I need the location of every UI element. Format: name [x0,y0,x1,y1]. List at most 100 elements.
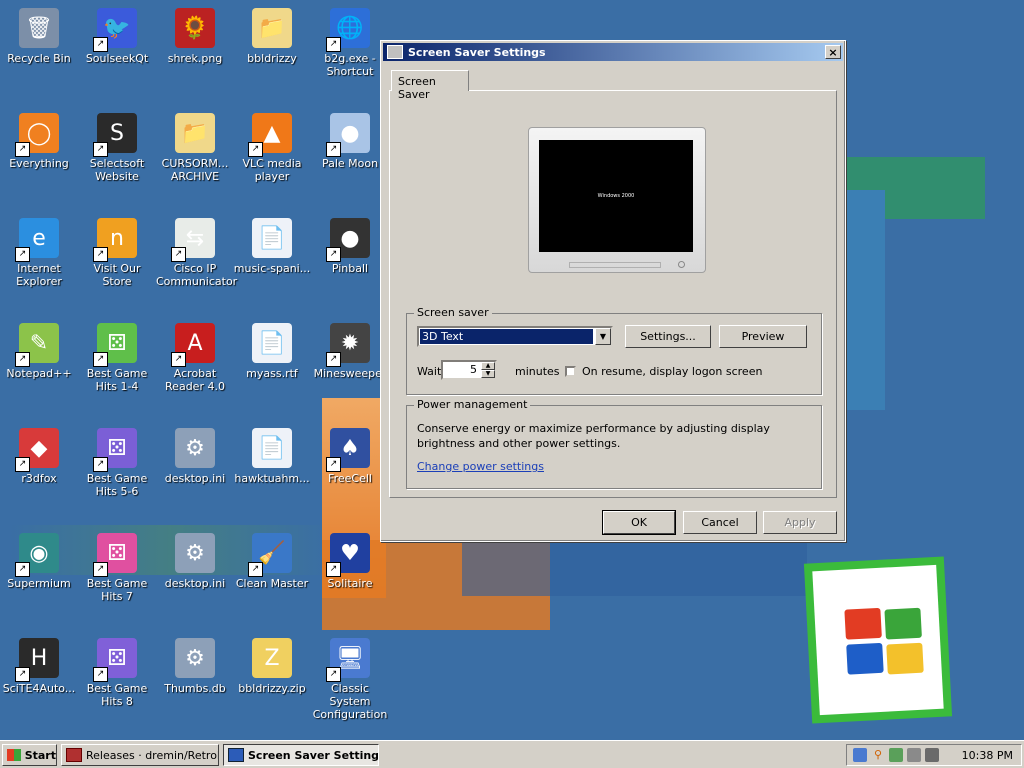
shortcut-arrow-icon: ↗ [248,562,263,577]
shortcut-arrow-icon: ↗ [93,247,108,262]
desktop-icon-label: Supermium [7,577,71,590]
supermium-icon: ◉ ↗ [15,533,59,577]
desktop-icon[interactable]: ● ↗ Pinball [311,218,389,275]
screen-saver-selected: 3D Text [420,329,593,344]
power-description: Conserve energy or maximize performance … [417,422,770,450]
desktop-icon[interactable]: ♠ ↗ FreeCell [311,428,389,485]
desktop-icon[interactable]: ◯ ↗ Everything [0,113,78,170]
desktop-icon[interactable]: 🧹 ↗ Clean Master [233,533,311,590]
start-button[interactable]: Start [2,744,57,766]
screen-saver-settings-dialog: Screen Saver Settings × Screen Saver Win… [380,40,846,542]
task-label: Screen Saver Settings [248,748,379,762]
apply-button[interactable]: Apply [763,511,837,534]
desktop-icon-label: desktop.ini [164,577,226,590]
task-label: Releases · dremin/RetroB... [86,748,218,762]
clock[interactable]: 10:38 PM [962,749,1013,762]
b2g-exe-icon: 🌐 ↗ [326,8,370,52]
shortcut-arrow-icon: ↗ [15,247,30,262]
desktop-icon[interactable]: ▲ ↗ VLC media player [233,113,311,183]
resume-logon-checkbox[interactable] [565,366,576,377]
desktop-icon[interactable]: ♥ ↗ Solitaire [311,533,389,590]
desktop-icon[interactable]: e ↗ Internet Explorer [0,218,78,288]
spin-up-icon[interactable]: ▲ [481,362,495,370]
task-button-screen-saver-settings[interactable]: Screen Saver Settings [223,744,379,766]
desktop-icon[interactable]: 📄 myass.rtf [233,323,311,380]
desktop-icon[interactable]: A ↗ Acrobat Reader 4.0 [156,323,234,393]
power-management-legend: Power management [414,398,531,411]
minutes-label: minutes [515,365,560,378]
shortcut-arrow-icon: ↗ [248,142,263,157]
wallpaper-blue-block [845,190,885,410]
desktop-icon-label: bbldrizzy [247,52,297,65]
desktop-icon[interactable]: ⚙ desktop.ini [156,533,234,590]
desktop-icon[interactable]: ◆ ↗ r3dfox [0,428,78,485]
desktop-icon[interactable]: S ↗ Selectsoft Website [78,113,156,183]
resume-logon-label[interactable]: On resume, display logon screen [582,365,762,378]
shortcut-arrow-icon: ↗ [326,142,341,157]
preview-screen: Windows 2000 [539,140,693,252]
desktop-icon[interactable]: 🐦 ↗ SoulseekQt [78,8,156,65]
desktop-icon[interactable]: 📄 music-spani... [233,218,311,275]
screen-saver-tab-panel: Windows 2000 Screen saver 3D Text ▼ Sett… [389,90,837,498]
desktop-icon[interactable]: Zbbldrizzy.zip [233,638,311,695]
desktop-icon[interactable]: H ↗ SciTE4Auto... [0,638,78,695]
cancel-button[interactable]: Cancel [683,511,757,534]
desktop-icon[interactable]: 📄 hawktuahm... [233,428,311,485]
tab-screen-saver[interactable]: Screen Saver [391,70,469,101]
desktop-icon-label: Visit Our Store [93,262,141,288]
desktop-icon[interactable]: ⚙ desktop.ini [156,428,234,485]
ok-button[interactable]: OK [602,510,676,535]
desktop-icon[interactable]: 🖥 ↗ Classic System Configuration [311,638,389,721]
wait-minutes-value[interactable]: 5 [470,363,477,376]
shortcut-arrow-icon: ↗ [15,562,30,577]
desktop-icon[interactable]: 📁 CURSORM... ARCHIVE [156,113,234,183]
desktop-icon[interactable]: ● ↗ Pale Moon [311,113,389,170]
desktop-icon[interactable]: 📁 bbldrizzy [233,8,311,65]
display-icon[interactable] [907,748,921,762]
upload-icon[interactable] [853,748,867,762]
document-icon: 📄 [252,428,292,468]
spin-down-icon[interactable]: ▼ [481,370,495,378]
wait-minutes-spinner[interactable]: 5 ▲ ▼ [441,360,497,380]
change-power-settings-link[interactable]: Change power settings [417,460,544,473]
windows-flag-icon [7,749,21,761]
desktop-icon[interactable]: ⚄ ↗ Best Game Hits 5-6 [78,428,156,498]
screen-saver-dropdown[interactable]: 3D Text ▼ [417,326,613,347]
acrobat-icon: A ↗ [171,323,215,367]
search-icon[interactable]: ⚲ [871,748,885,762]
shortcut-arrow-icon: ↗ [93,37,108,52]
close-button[interactable]: × [825,45,841,59]
monitor-slot [569,262,661,268]
browser-icon [66,748,82,762]
desktop-icon-label: SciTE4Auto... [2,682,76,695]
network-icon[interactable] [889,748,903,762]
desktop-icon[interactable]: ⚙ Thumbs.db [156,638,234,695]
desktop-icon-label: b2g.exe - Shortcut [324,52,376,78]
desktop-icon[interactable]: 🌻 shrek.png [156,8,234,65]
desktop-icon[interactable]: ✹ ↗ Minesweeper [311,323,389,380]
chevron-down-icon[interactable]: ▼ [595,328,611,345]
desktop-icon[interactable]: ◉ ↗ Supermium [0,533,78,590]
preview-button[interactable]: Preview [719,325,807,348]
desktop-icon[interactable]: ✎ ↗ Notepad++ [0,323,78,380]
wallpaper-blue-band [462,540,807,596]
desktop-icon-label: Thumbs.db [164,682,226,695]
monitor-icon[interactable] [925,748,939,762]
desktop-icon[interactable]: ⇆ ↗ Cisco IP Communicator [156,218,237,288]
dialog-title: Screen Saver Settings [408,45,546,59]
desktop-icon[interactable]: ⚄ ↗ Best Game Hits 7 [78,533,156,603]
mine-icon: ✹ ↗ [326,323,370,367]
dialog-titlebar[interactable]: Screen Saver Settings × [383,43,843,61]
desktop-icon[interactable]: 🗑 Recycle Bin [0,8,78,65]
system-config-icon: 🖥 ↗ [326,638,370,682]
desktop-icon[interactable]: n ↗ Visit Our Store [78,218,156,288]
desktop-icon[interactable]: 🌐 ↗ b2g.exe - Shortcut [311,8,389,78]
desktop-icon-label: Recycle Bin [7,52,71,65]
shortcut-arrow-icon: ↗ [326,457,341,472]
desktop-icon[interactable]: ⚄ ↗ Best Game Hits 8 [78,638,156,708]
settings-button[interactable]: Settings... [625,325,711,348]
task-button-releases[interactable]: Releases · dremin/RetroB... [61,744,219,766]
desktop-icon-label: FreeCell [328,472,372,485]
desktop-icon[interactable]: ⚄ ↗ Best Game Hits 1-4 [78,323,156,393]
settings-file-icon: ⚙ [175,638,215,678]
